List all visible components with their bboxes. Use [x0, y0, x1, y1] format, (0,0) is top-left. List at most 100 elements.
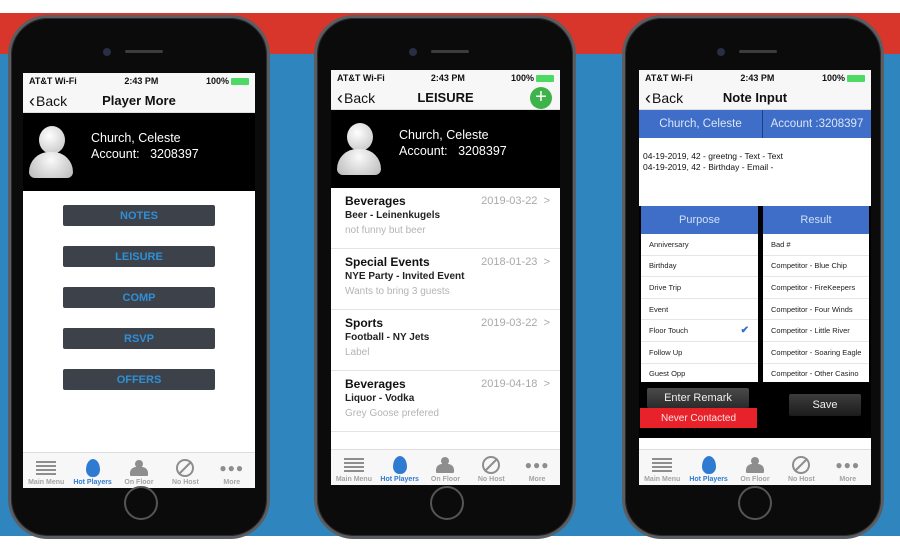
- back-button[interactable]: ‹ Back: [645, 89, 683, 107]
- carrier: AT&T Wi-Fi: [645, 73, 693, 83]
- status-bar: AT&T Wi-Fi 2:43 PM 100%: [23, 73, 255, 89]
- nav-bar: ‹ Back LEISURE +: [331, 86, 560, 110]
- purpose-option[interactable]: Drive Trip: [641, 277, 758, 299]
- purpose-option[interactable]: Follow Up: [641, 342, 758, 364]
- avatar-icon: [29, 126, 73, 178]
- camera: [409, 48, 417, 56]
- status-bar: AT&T Wi-Fi 2:43 PM 100%: [639, 70, 871, 86]
- list-item[interactable]: Sports 2019-03-22 > Football - NY Jets L…: [331, 310, 560, 371]
- status-bar: AT&T Wi-Fi 2:43 PM 100%: [331, 70, 560, 86]
- tab-hot-players[interactable]: Hot Players: [686, 454, 732, 483]
- purpose-option[interactable]: Anniversary: [641, 234, 758, 256]
- flame-icon: [701, 456, 716, 474]
- time: 2:43 PM: [430, 73, 465, 83]
- home-button[interactable]: [738, 486, 772, 520]
- time: 2:43 PM: [740, 73, 775, 83]
- purpose-option-selected[interactable]: Floor Touch ✔: [641, 320, 758, 342]
- leisure-list: Beverages 2019-03-22 > Beer - Leinenkuge…: [331, 188, 560, 432]
- chevron-right-icon: >: [543, 378, 550, 390]
- chevron-right-icon: >: [543, 256, 550, 268]
- purpose-option[interactable]: Guest Opp: [641, 364, 758, 382]
- chevron-left-icon: ‹: [645, 87, 651, 108]
- tab-no-host[interactable]: No Host: [778, 454, 824, 483]
- no-symbol-icon: [482, 456, 501, 474]
- tab-more[interactable]: ●●● More: [209, 457, 255, 486]
- tab-bar: Main Menu Hot Players On Floor No Host ●…: [331, 449, 560, 485]
- tab-more[interactable]: ●●● More: [514, 454, 560, 483]
- more-icon: ●●●: [524, 458, 550, 472]
- tab-hot-players[interactable]: Hot Players: [377, 454, 423, 483]
- more-icon: ●●●: [835, 458, 861, 472]
- person-icon: [745, 457, 764, 473]
- result-option[interactable]: Competitor - Other Casino: [763, 364, 869, 382]
- speaker: [125, 50, 163, 53]
- chevron-right-icon: >: [543, 195, 550, 207]
- save-button[interactable]: Save: [789, 394, 861, 416]
- note-line: 04-19-2019, 42 - greetng - Text - Text: [643, 151, 784, 161]
- battery-icon: [846, 75, 865, 83]
- home-button[interactable]: [124, 486, 158, 520]
- list-item[interactable]: Beverages 2019-04-18 > Liquor - Vodka Gr…: [331, 371, 560, 432]
- carrier: AT&T Wi-Fi: [29, 76, 77, 86]
- list-item[interactable]: Special Events 2018-01-23 > NYE Party - …: [331, 249, 560, 310]
- camera: [103, 48, 111, 56]
- player-menu: NOTES LEISURE COMP RSVP OFFERS: [23, 191, 255, 410]
- home-button[interactable]: [430, 486, 464, 520]
- battery-icon: [535, 75, 554, 83]
- result-option[interactable]: Competitor - Little River: [763, 320, 869, 342]
- checkmark-icon: ✔: [740, 325, 749, 337]
- rsvp-button[interactable]: RSVP: [63, 328, 215, 349]
- tab-main-menu[interactable]: Main Menu: [23, 457, 69, 486]
- result-option[interactable]: Competitor - Four Winds: [763, 299, 869, 321]
- no-symbol-icon: [176, 459, 195, 477]
- result-header: Result: [763, 206, 869, 234]
- enter-remark-button[interactable]: Enter Remark: [647, 388, 749, 408]
- result-option[interactable]: Bad #: [763, 234, 869, 256]
- tab-more[interactable]: ●●● More: [825, 454, 871, 483]
- phone-player-more: AT&T Wi-Fi 2:43 PM 100% ‹ Back Player Mor…: [8, 15, 270, 539]
- screen-leisure: AT&T Wi-Fi 2:43 PM 100% ‹ Back LEISURE + …: [331, 70, 560, 485]
- tab-on-floor[interactable]: On Floor: [116, 457, 162, 486]
- tab-main-menu[interactable]: Main Menu: [639, 454, 685, 483]
- player-account: Account :3208397: [770, 118, 864, 130]
- list-item[interactable]: Beverages 2019-03-22 > Beer - Leinenkuge…: [331, 188, 560, 249]
- list-icon: [36, 461, 57, 475]
- tab-hot-players[interactable]: Hot Players: [70, 457, 116, 486]
- purpose-picker[interactable]: Purpose Anniversary Birthday Drive Trip …: [641, 206, 758, 382]
- notes-button[interactable]: NOTES: [63, 205, 215, 226]
- person-icon: [436, 457, 455, 473]
- phone-note-input: AT&T Wi-Fi 2:43 PM 100% ‹ Back Note Input…: [622, 15, 884, 539]
- tab-no-host[interactable]: No Host: [162, 457, 208, 486]
- tab-main-menu[interactable]: Main Menu: [331, 454, 377, 483]
- screen-player-more: AT&T Wi-Fi 2:43 PM 100% ‹ Back Player Mor…: [23, 73, 255, 488]
- offers-button[interactable]: OFFERS: [63, 369, 215, 390]
- phone-leisure: AT&T Wi-Fi 2:43 PM 100% ‹ Back LEISURE + …: [314, 15, 576, 539]
- comp-button[interactable]: COMP: [63, 287, 215, 308]
- speaker: [431, 50, 469, 53]
- player-account: Account: 3208397: [91, 147, 199, 161]
- back-button[interactable]: ‹ Back: [337, 89, 375, 107]
- time: 2:43 PM: [124, 76, 159, 86]
- tab-on-floor[interactable]: On Floor: [732, 454, 778, 483]
- tab-bar: Main Menu Hot Players On Floor No Host ●…: [639, 449, 871, 485]
- result-option[interactable]: Competitor - Blue Chip: [763, 256, 869, 278]
- never-contacted-button[interactable]: Never Contacted: [640, 408, 757, 428]
- add-button[interactable]: +: [530, 86, 552, 109]
- result-picker[interactable]: Result Bad # Competitor - Blue Chip Comp…: [763, 206, 869, 382]
- list-icon: [652, 458, 673, 472]
- result-option[interactable]: Competitor - FireKeepers: [763, 277, 869, 299]
- result-option[interactable]: Competitor - Soaring Eagle: [763, 342, 869, 364]
- tab-no-host[interactable]: No Host: [468, 454, 514, 483]
- purpose-option[interactable]: Event: [641, 299, 758, 321]
- avatar-icon: [337, 123, 381, 175]
- nav-bar: ‹ Back Note Input: [639, 86, 871, 110]
- more-icon: ●●●: [219, 461, 245, 475]
- note-actions: Enter Remark Never Contacted Save: [639, 386, 871, 438]
- purpose-option[interactable]: Birthday: [641, 256, 758, 278]
- chevron-left-icon: ‹: [29, 90, 35, 111]
- person-icon: [129, 460, 148, 476]
- leisure-button[interactable]: LEISURE: [63, 246, 215, 267]
- back-button[interactable]: ‹ Back: [29, 92, 67, 110]
- tab-on-floor[interactable]: On Floor: [423, 454, 469, 483]
- battery: 100%: [206, 76, 249, 86]
